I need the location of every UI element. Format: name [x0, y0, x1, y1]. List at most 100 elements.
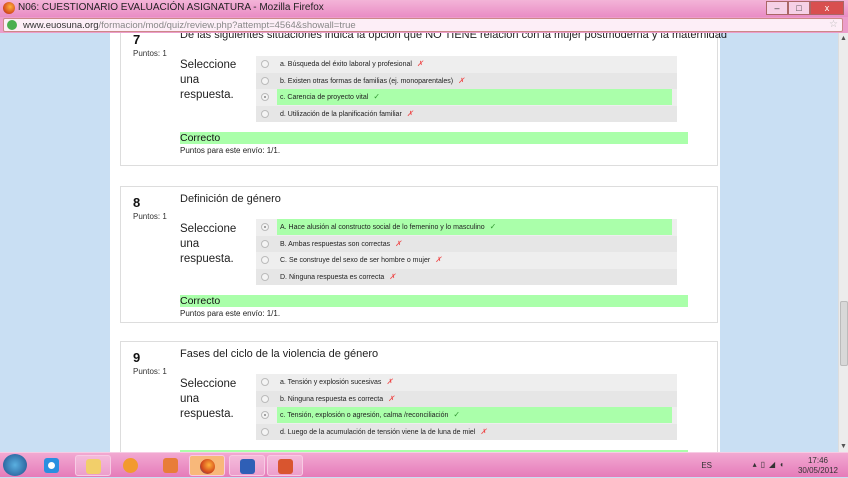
select-answer-label: Seleccione una respuesta.: [180, 59, 237, 101]
clock-date: 30/05/2012: [797, 466, 839, 475]
firefox-icon: [3, 2, 15, 14]
cross-icon: ✗: [406, 108, 414, 118]
answer-option[interactable]: D. Ninguna respuesta es correcta ✗: [256, 268, 677, 285]
cross-icon: ✗: [389, 271, 396, 281]
answer-option[interactable]: a. Tensión y explosión sucesivas ✗: [256, 374, 677, 391]
bookmark-star-icon[interactable]: ☆: [829, 19, 838, 30]
title-bar: N06: CUESTIONARIO EVALUACIÓN ASIGNATURA …: [0, 0, 848, 17]
answer-list: a. Tensión y explosión sucesivas ✗ b. Ning…: [256, 374, 677, 440]
media-player-button[interactable]: [113, 455, 149, 476]
result-status: Correcto: [180, 132, 688, 144]
answer-option[interactable]: B. Ambas respuestas son correctas ✗: [256, 235, 677, 252]
powerpoint-button[interactable]: [267, 455, 303, 476]
url-path: /formacion/mod/quiz/review.php?attempt=4…: [98, 20, 356, 31]
check-icon: ✓: [453, 410, 461, 419]
radio-button[interactable]: [261, 256, 269, 264]
answer-text: d. Utilización de la planificación famil…: [277, 106, 672, 122]
close-button[interactable]: x: [810, 1, 844, 15]
radio-button[interactable]: [261, 239, 269, 248]
question-card: 9 Puntos: 1 Fases del ciclo de la violen…: [120, 341, 718, 452]
answer-option[interactable]: A. Hace alusión al constructo social de …: [256, 219, 677, 236]
answer-label: B. Ambas respuestas son correctas: [280, 240, 391, 248]
answer-text: c. Tensión, explosión o agresión, calma …: [277, 407, 672, 423]
cross-icon: ✗: [395, 238, 402, 248]
answer-label: a. Búsqueda del éxito laboral y profesio…: [280, 61, 412, 68]
answer-option[interactable]: c. Tensión, explosión o agresión, calma …: [256, 407, 677, 424]
answer-option[interactable]: d. Utilización de la planificación famil…: [256, 105, 677, 122]
powerpoint-icon: [278, 459, 293, 474]
answer-label: d. Utilización de la planificación famil…: [280, 110, 402, 118]
answer-label: c. Carencia de proyecto vital: [280, 94, 369, 101]
firefox-button[interactable]: [189, 455, 225, 476]
question-text: Fases del ciclo de la violencia de géner…: [180, 348, 379, 360]
question-points: Puntos: 1: [133, 49, 167, 58]
word-icon: [240, 459, 255, 474]
answer-label: d. Luego de la acumulación de tensión vi…: [280, 428, 476, 436]
system-tray: ES ▴▯◢◖ 17:46 30/05/2012: [680, 453, 840, 478]
answer-option[interactable]: C. Se construye del sexo de ser hombre o…: [256, 252, 677, 269]
internet-explorer-button[interactable]: [34, 455, 70, 476]
answer-option[interactable]: a. Búsqueda del éxito laboral y profesio…: [256, 56, 677, 73]
question-text: Definición de género: [180, 193, 281, 205]
clock[interactable]: 17:46 30/05/2012: [796, 456, 840, 476]
answer-text: A. Hace alusión al constructo social de …: [277, 219, 672, 235]
cross-icon: ✗: [480, 426, 487, 436]
window-controls: – □ x: [766, 1, 844, 15]
radio-button[interactable]: [261, 394, 269, 403]
answer-text: D. Ninguna respuesta es correcta ✗: [277, 269, 672, 285]
url-text: www.euosuna.org/formacion/mod/quiz/revie…: [23, 20, 356, 31]
answer-option[interactable]: d. Luego de la acumulación de tensión vi…: [256, 423, 677, 440]
scrollbar-thumb[interactable]: [840, 301, 848, 366]
vertical-scrollbar[interactable]: ▲ ▼: [838, 33, 848, 452]
answer-label: b. Ninguna respuesta es correcta: [280, 395, 384, 403]
maximize-button[interactable]: □: [788, 1, 810, 15]
answer-list: a. Búsqueda del éxito laboral y profesio…: [256, 56, 677, 122]
scroll-up-icon[interactable]: ▲: [840, 35, 847, 42]
cross-icon: ✗: [416, 59, 424, 68]
scroll-down-icon[interactable]: ▼: [840, 443, 847, 450]
radio-button[interactable]: [261, 109, 269, 118]
url-input[interactable]: www.euosuna.org/formacion/mod/quiz/revie…: [3, 18, 843, 32]
cross-icon: ✗: [388, 393, 395, 403]
answer-text: a. Tensión y explosión sucesivas ✗: [277, 374, 672, 390]
radio-button[interactable]: [261, 411, 269, 419]
radio-button[interactable]: [261, 60, 269, 68]
paint-icon: [163, 458, 178, 473]
answer-label: C. Se construye del sexo de ser hombre o…: [280, 257, 431, 264]
answer-option[interactable]: b. Ninguna respuesta es correcta ✗: [256, 390, 677, 407]
answer-option[interactable]: b. Existen otras formas de familias (ej.…: [256, 72, 677, 89]
radio-button[interactable]: [261, 378, 269, 386]
answer-label: c. Tensión, explosión o agresión, calma …: [280, 412, 449, 419]
taskbar: ES ▴▯◢◖ 17:46 30/05/2012: [0, 452, 848, 477]
answer-label: b. Existen otras formas de familias (ej.…: [280, 77, 454, 85]
answer-option[interactable]: c. Carencia de proyecto vital ✓: [256, 89, 677, 106]
select-answer-label: Seleccione una respuesta.: [180, 378, 237, 420]
radio-button[interactable]: [261, 76, 269, 85]
paint-button[interactable]: [153, 455, 189, 476]
answer-text: d. Luego de la acumulación de tensión vi…: [277, 424, 672, 440]
answer-label: a. Tensión y explosión sucesivas: [280, 379, 382, 386]
language-indicator[interactable]: ES: [701, 461, 712, 470]
radio-button[interactable]: [261, 223, 269, 231]
media-player-icon: [123, 458, 138, 473]
url-domain: www.euosuna.org: [23, 20, 99, 31]
address-bar: www.euosuna.org/formacion/mod/quiz/revie…: [0, 17, 848, 33]
question-card: 7 Puntos: 1 De las siguientes situacione…: [120, 33, 727, 166]
question-text: De las siguientes situaciones indica la …: [180, 33, 728, 41]
tray-icons[interactable]: ▴▯◢◖: [753, 460, 788, 469]
file-explorer-button[interactable]: [75, 455, 111, 476]
start-button[interactable]: [3, 454, 27, 476]
site-identity-icon[interactable]: [7, 20, 17, 30]
answer-list: A. Hace alusión al constructo social de …: [256, 219, 677, 285]
radio-button[interactable]: [261, 427, 269, 436]
radio-button[interactable]: [261, 272, 269, 281]
minimize-button[interactable]: –: [766, 1, 788, 15]
score-text: Puntos para este envío: 1/1.: [180, 146, 281, 155]
word-button[interactable]: [229, 455, 265, 476]
score-text: Puntos para este envío: 1/1.: [180, 309, 281, 318]
question-number: 7: [133, 33, 141, 47]
cross-icon: ✗: [458, 75, 465, 85]
question-points: Puntos: 1: [133, 367, 167, 376]
question-number: 9: [133, 350, 141, 365]
radio-button[interactable]: [261, 93, 269, 101]
